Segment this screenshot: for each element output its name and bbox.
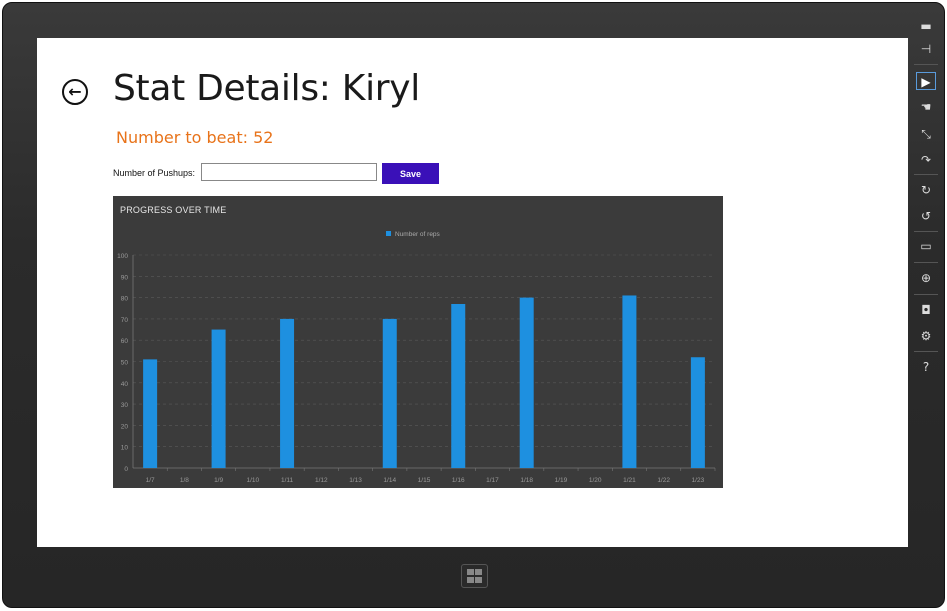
y-tick-label: 70	[121, 317, 129, 324]
y-tick-label: 40	[121, 381, 129, 388]
toolbar-separator	[914, 231, 938, 232]
save-button[interactable]: Save	[382, 163, 439, 184]
touch-icon[interactable]: ☚	[916, 98, 936, 116]
x-tick-label: 1/17	[486, 477, 499, 484]
windows-logo-icon	[475, 569, 482, 575]
x-tick-label: 1/20	[589, 477, 602, 484]
rotate-counterclockwise-icon[interactable]: ↺	[916, 207, 936, 225]
help-icon[interactable]: ?	[916, 358, 936, 376]
minimize-icon[interactable]: ▬	[916, 17, 936, 35]
y-tick-label: 50	[121, 360, 129, 367]
y-tick-label: 30	[121, 402, 129, 409]
y-tick-label: 90	[121, 274, 129, 281]
windows-start-button[interactable]	[461, 564, 488, 588]
bar	[211, 329, 226, 468]
rotate-clockwise-icon[interactable]: ↻	[916, 181, 936, 199]
globe-icon[interactable]: ⊕	[916, 269, 936, 287]
chart-plot: 0 10 20 30 40 50 60 70 80 90 100 1/7 1/8 1/9 1/10 1/11 1…	[117, 231, 716, 484]
toolbar-separator	[914, 64, 938, 65]
app-screen: ← Stat Details: Kiryl Number to beat: 52…	[37, 38, 908, 547]
bar	[280, 318, 295, 468]
x-tick-label: 1/13	[349, 477, 362, 484]
x-tick-label: 1/14	[383, 477, 396, 484]
y-tick-label: 10	[121, 445, 129, 452]
x-tick-label: 1/22	[657, 477, 670, 484]
x-tick-label: 1/7	[146, 477, 155, 484]
x-tick-label: 1/23	[692, 477, 705, 484]
monitor-icon[interactable]: ▭	[916, 237, 936, 255]
y-tick-label: 0	[124, 466, 128, 473]
y-tick-label: 60	[121, 338, 129, 345]
x-tick-label: 1/9	[214, 477, 223, 484]
x-tick-label: 1/19	[555, 477, 568, 484]
toolbar-separator	[914, 262, 938, 263]
x-tick-label: 1/12	[315, 477, 328, 484]
back-arrow-icon[interactable]: ←	[62, 79, 88, 105]
windows-logo-icon	[475, 577, 482, 583]
bar	[622, 295, 637, 468]
bar	[143, 359, 158, 468]
pin-icon[interactable]: ⊣	[916, 40, 936, 58]
toolbar-separator	[914, 174, 938, 175]
y-tick-label: 20	[121, 423, 129, 430]
x-tick-label: 1/8	[180, 477, 189, 484]
y-tick-label: 100	[117, 253, 128, 260]
legend-swatch	[386, 231, 391, 236]
bar	[382, 318, 397, 468]
legend-label: Number of reps	[395, 231, 441, 238]
page-title: Stat Details: Kiryl	[113, 68, 420, 109]
pinch-icon[interactable]: ⤡	[916, 125, 936, 143]
number-to-beat: Number to beat: 52	[116, 128, 274, 147]
toolbar-separator	[914, 351, 938, 352]
x-tick-label: 1/10	[246, 477, 259, 484]
progress-chart: PROGRESS OVER TIME 0 10 20 30 40 50 60 70 80 90 10…	[113, 196, 723, 488]
toolbar-separator	[914, 294, 938, 295]
x-tick-label: 1/11	[281, 477, 294, 484]
bar	[519, 297, 534, 468]
windows-logo-icon	[467, 569, 474, 575]
bar	[690, 357, 705, 468]
camera-icon[interactable]: ◘	[916, 301, 936, 319]
pushups-label: Number of Pushups:	[113, 168, 196, 178]
x-tick-label: 1/16	[452, 477, 465, 484]
settings-icon[interactable]: ⚙	[916, 327, 936, 345]
simulator-toolbar: ▬ ⊣ ▶ ☚ ⤡ ↷ ↻ ↺ ▭ ⊕ ◘ ⚙?	[910, 4, 942, 604]
x-tick-label: 1/18	[520, 477, 533, 484]
rotate-icon[interactable]: ↷	[916, 151, 936, 169]
pushups-input[interactable]	[201, 163, 377, 181]
y-tick-label: 80	[121, 296, 129, 303]
x-tick-label: 1/15	[418, 477, 431, 484]
windows-logo-icon	[467, 577, 474, 583]
bar	[451, 303, 466, 468]
pointer-icon[interactable]: ▶	[916, 72, 936, 90]
x-tick-label: 1/21	[623, 477, 636, 484]
